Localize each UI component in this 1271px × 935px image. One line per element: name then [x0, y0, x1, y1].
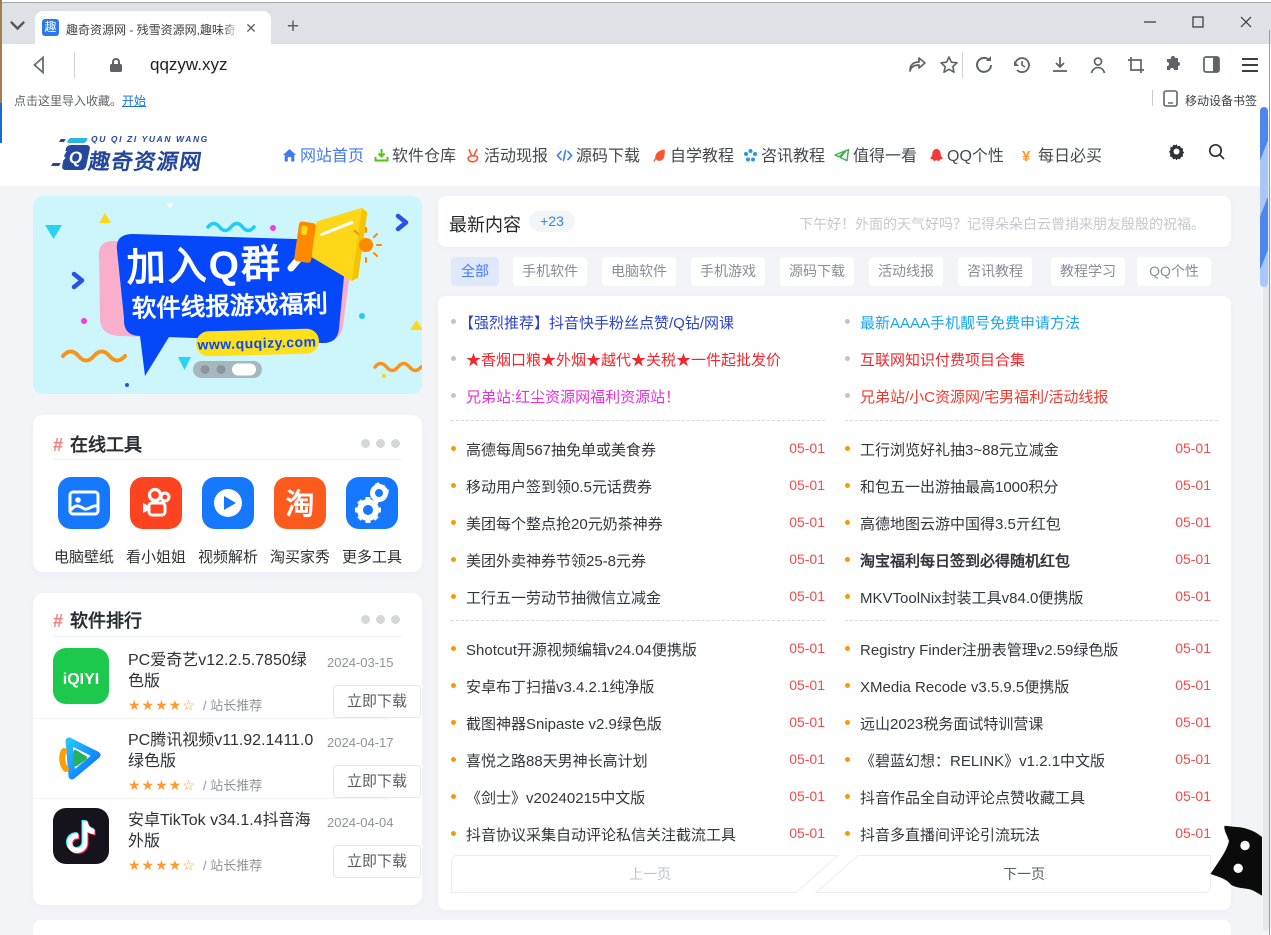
svg-text:iQIYI: iQIYI [63, 671, 99, 688]
svg-text:淘: 淘 [285, 488, 314, 521]
svg-text:加入Q群: 加入Q群 [126, 243, 282, 290]
svg-text:www.quqizy.com: www.quqizy.com [196, 333, 316, 352]
svg-text:下一页: 下一页 [1003, 866, 1045, 882]
svg-text:¥: ¥ [1022, 148, 1031, 163]
svg-text:上一页: 上一页 [629, 866, 671, 882]
